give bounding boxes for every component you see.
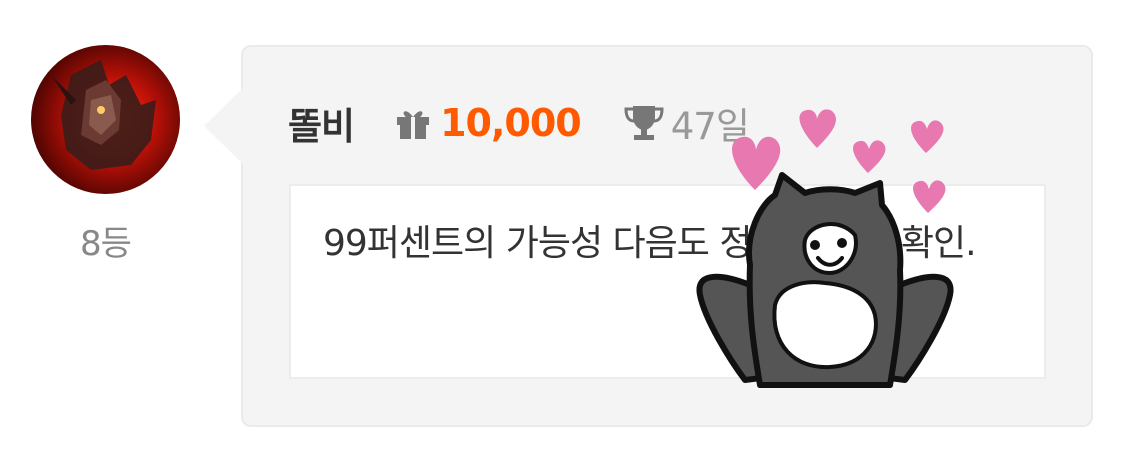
bubble-pointer	[204, 88, 243, 164]
avatar[interactable]	[31, 45, 180, 194]
cat-sticker	[696, 109, 954, 388]
heart-2	[799, 109, 837, 148]
rank-label: 8등	[80, 224, 132, 264]
gift-icon	[397, 111, 430, 139]
gift-info: 10,000	[394, 101, 582, 145]
trophy-icon	[624, 106, 664, 140]
comment-header: 똘비 10,000 47일	[288, 96, 750, 150]
nickname[interactable]: 똘비	[288, 96, 355, 150]
cat-eye-left	[810, 240, 820, 250]
gift-amount: 10,000	[440, 101, 582, 145]
avatar-image	[51, 60, 156, 170]
heart-5	[913, 180, 946, 213]
cat-belly	[772, 280, 878, 370]
heart-1	[732, 136, 781, 190]
heart-3	[853, 140, 886, 173]
heart-4	[911, 120, 944, 153]
cat-eye-right	[837, 238, 847, 248]
